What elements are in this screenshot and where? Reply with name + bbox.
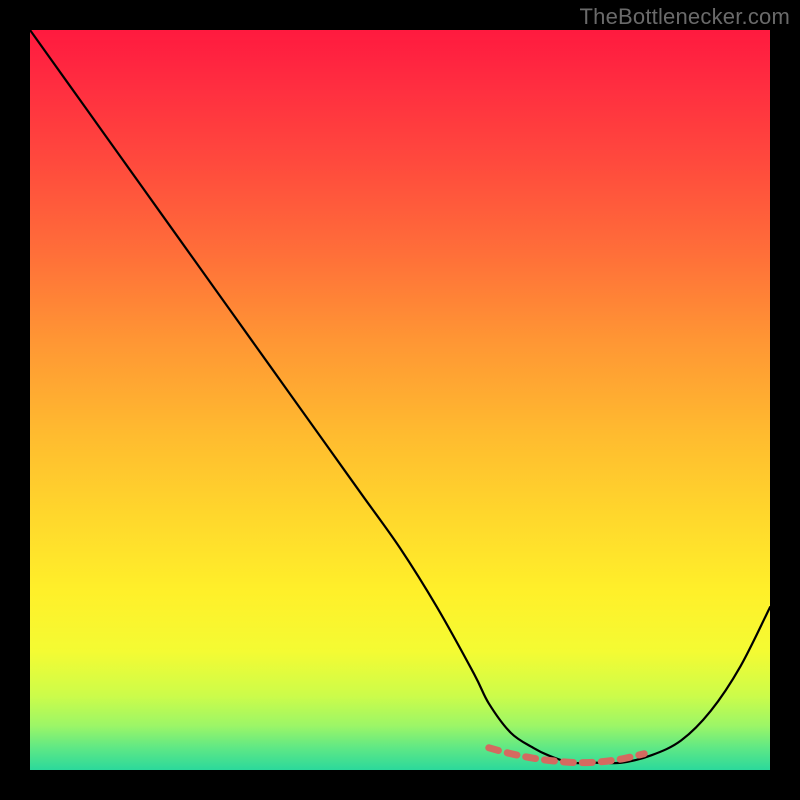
chart-svg — [0, 0, 800, 800]
chart-background — [30, 30, 770, 770]
chart-stage: TheBottlenecker.com — [0, 0, 800, 800]
attribution-label: TheBottlenecker.com — [580, 4, 790, 30]
